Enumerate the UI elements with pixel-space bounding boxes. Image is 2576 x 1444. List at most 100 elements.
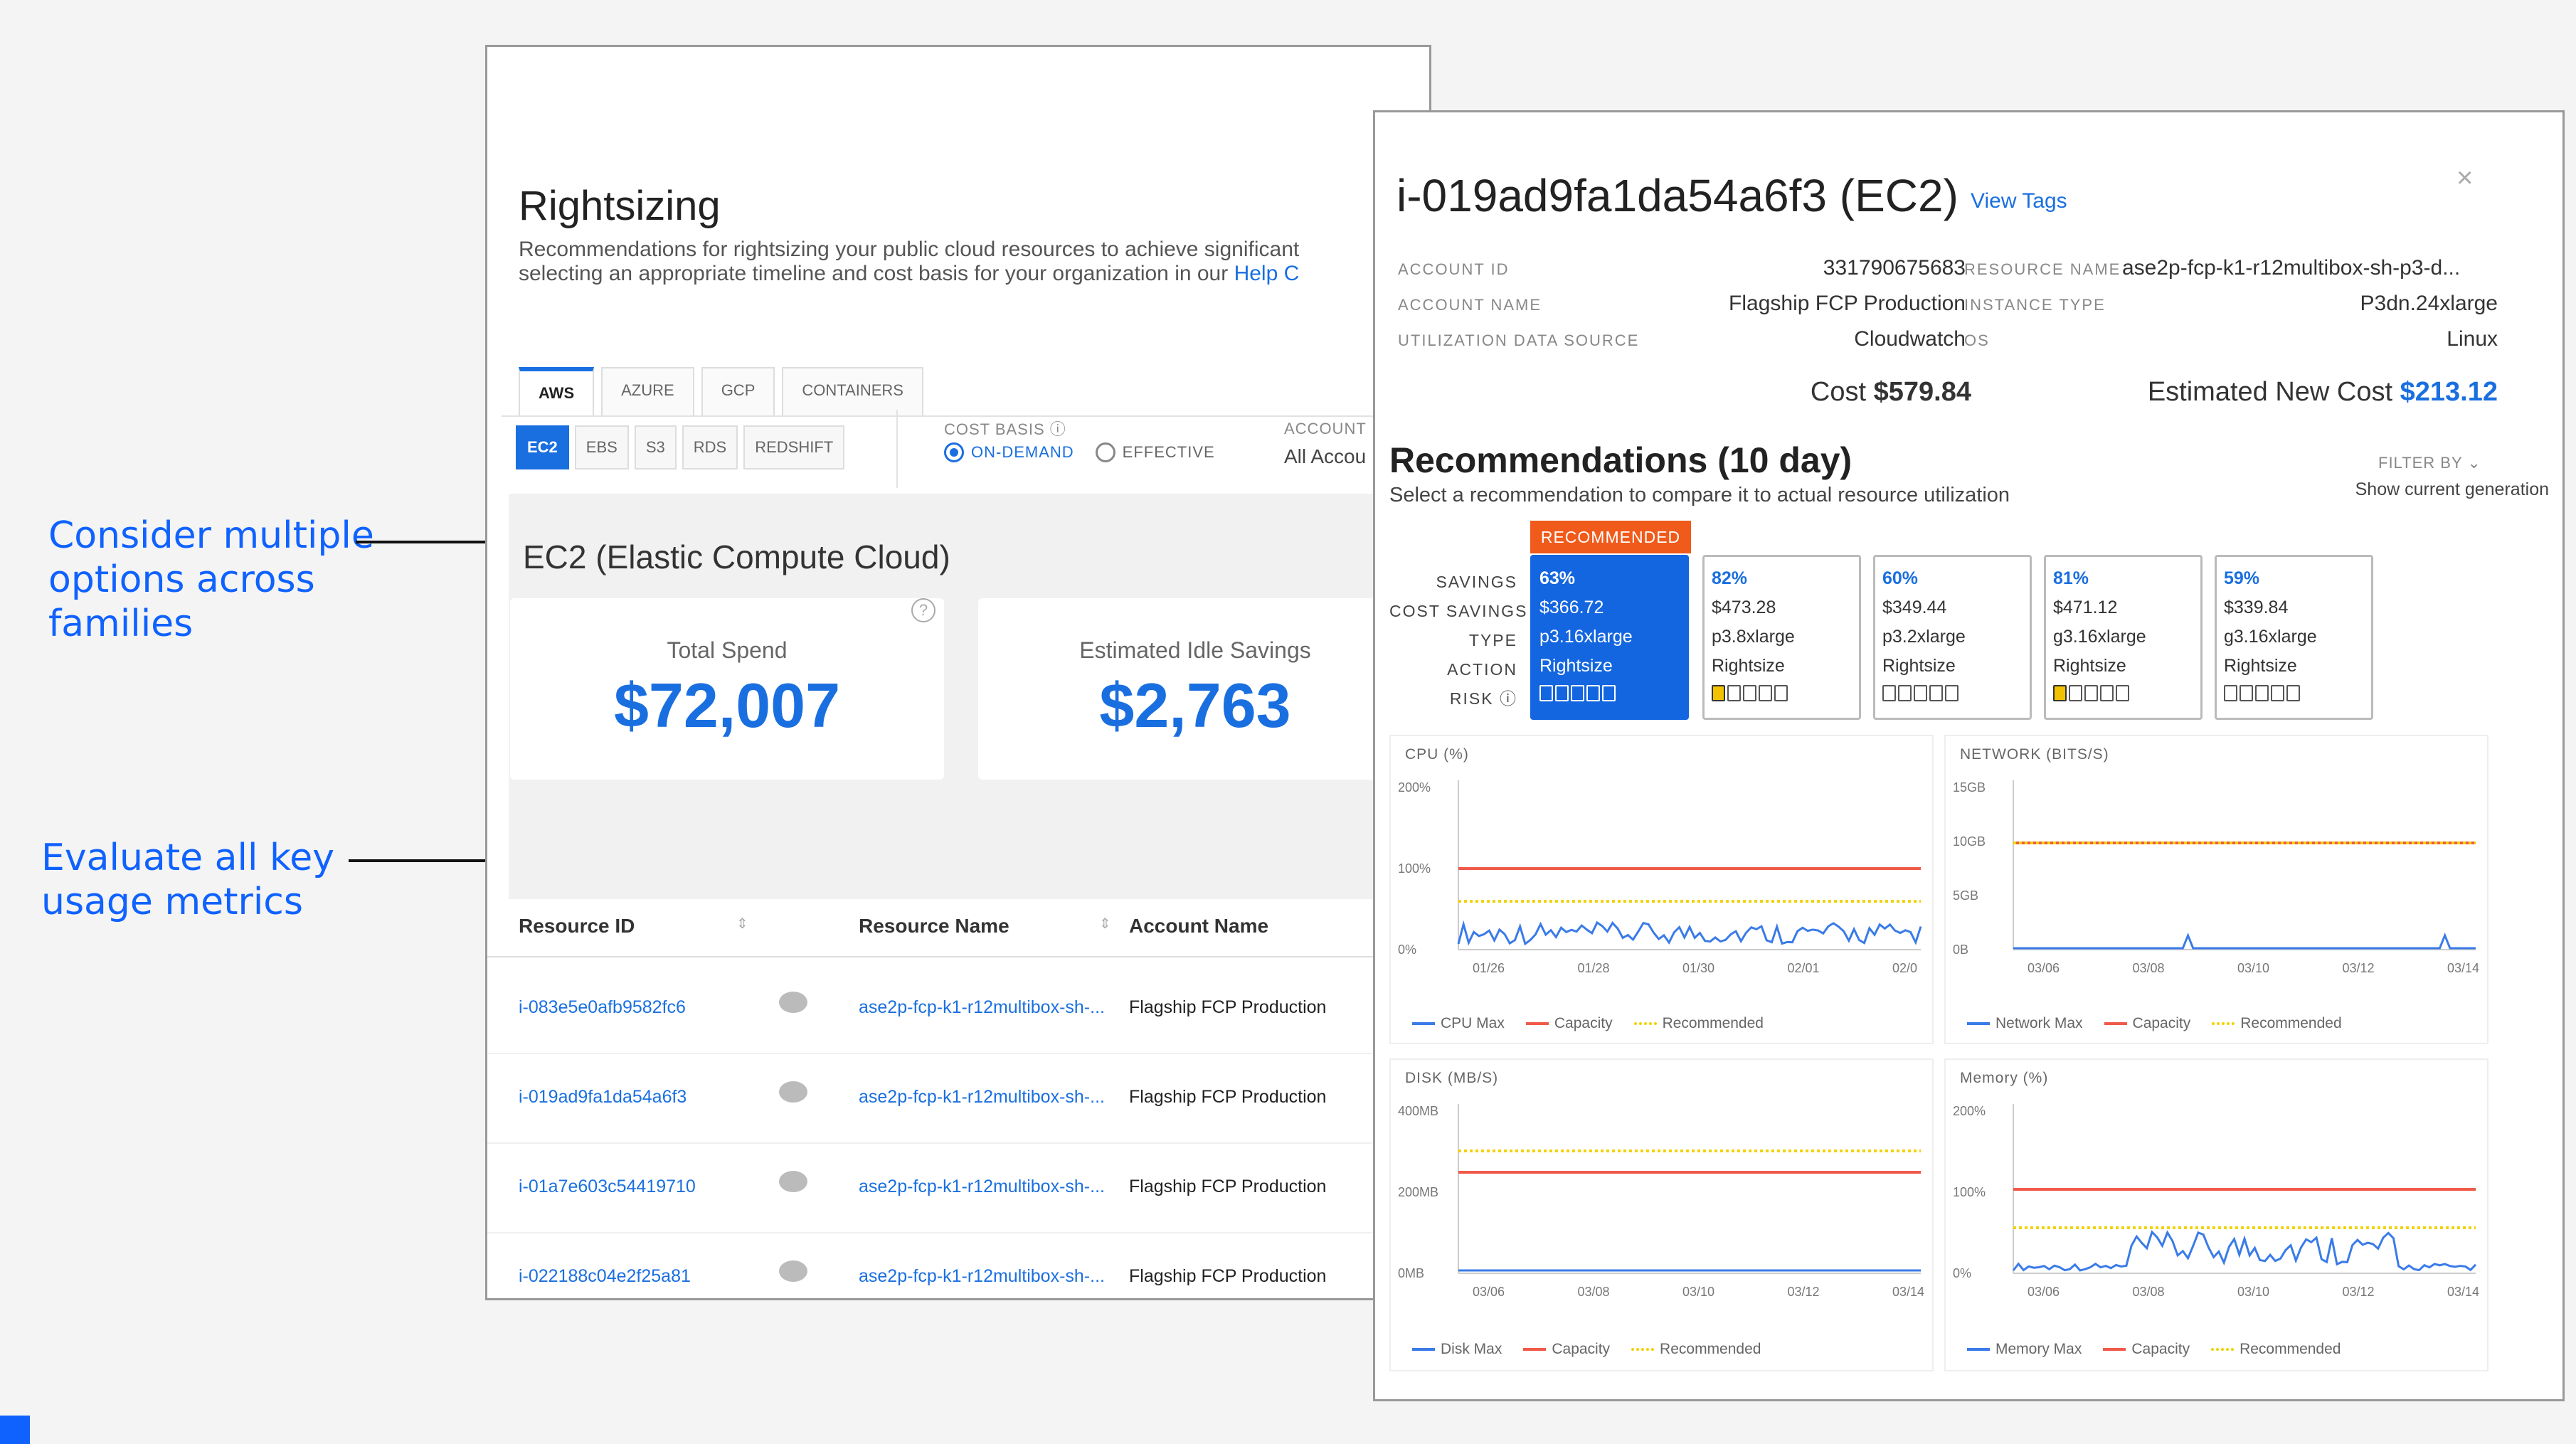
risk-box — [2053, 685, 2067, 701]
x-tick-label: 03/10 — [1682, 1285, 1714, 1299]
recommendation-card[interactable]: 81% $471.12 g3.16xlarge Rightsize — [2044, 555, 2203, 720]
chart-legend: Memory Max Capacity Recommended — [1967, 1341, 2341, 1358]
help-icon[interactable]: ? — [911, 598, 935, 622]
table-row[interactable]: i-083e5e0afb9582fc6 ase2p-fcp-k1-r12mult… — [487, 965, 1429, 1054]
help-link[interactable]: Help C — [1234, 262, 1300, 285]
risk-box — [1602, 685, 1616, 701]
recommendation-card[interactable]: 59% $339.84 g3.16xlarge Rightsize — [2215, 555, 2373, 720]
risk-box — [1882, 685, 1896, 701]
subtab-rds[interactable]: RDS — [682, 425, 738, 469]
sort-icon[interactable]: ⇕ — [736, 915, 748, 933]
page-description: Recommendations for rightsizing your pub… — [519, 238, 1429, 286]
resource-id-link[interactable]: i-01a7e603c54419710 — [519, 1177, 696, 1197]
resource-id-link[interactable]: i-019ad9fa1da54a6f3 — [519, 1087, 687, 1108]
description-line: Recommendations for rightsizing your pub… — [519, 238, 1300, 261]
card-savings-pct: 82% — [1712, 568, 1748, 588]
x-tick-label: 03/08 — [2133, 961, 2165, 975]
resource-name-link[interactable]: ase2p-fcp-k1-r12multibox-sh-... — [859, 1266, 1105, 1287]
resource-name-link[interactable]: ase2p-fcp-k1-r12multibox-sh-... — [859, 997, 1105, 1018]
usage-series-line — [1457, 920, 1922, 946]
risk-box — [1898, 685, 1912, 701]
cpu-chart-plot: 200% 100% 0% 01/26 01/28 01/30 02/01 02/0 — [1398, 780, 1922, 975]
card-cost-savings: $471.12 — [2053, 598, 2118, 617]
resource-id-link[interactable]: i-083e5e0afb9582fc6 — [519, 997, 686, 1018]
total-spend-card: Total Spend $72,007 ? — [510, 598, 944, 780]
comment-icon[interactable] — [779, 1081, 807, 1103]
column-header-account-name[interactable]: Account Name — [1129, 915, 1268, 938]
table-row[interactable]: i-01a7e603c54419710 ase2p-fcp-k1-r12mult… — [487, 1144, 1429, 1233]
comment-icon[interactable] — [779, 992, 807, 1013]
tab-gcp[interactable]: GCP — [701, 367, 775, 415]
account-name-value: Flagship FCP Production — [1729, 292, 1966, 315]
radio-on-demand[interactable] — [944, 442, 964, 462]
memory-chart-plot: 200% 100% 0% 03/06 03/08 03/10 03/12 03/14 — [1953, 1104, 2479, 1299]
resource-name-link[interactable]: ase2p-fcp-k1-r12multibox-sh-... — [859, 1177, 1105, 1197]
card-savings-pct: 63% — [1539, 568, 1576, 588]
sort-icon[interactable]: ⇕ — [1099, 915, 1111, 933]
card-savings-pct: 81% — [2053, 568, 2089, 588]
comment-icon[interactable] — [779, 1260, 807, 1282]
legend-label: CPU Max — [1441, 1015, 1505, 1031]
column-header-resource-name[interactable]: Resource Name — [859, 915, 1009, 938]
tab-aws[interactable]: AWS — [519, 367, 595, 415]
legend-item: Recommended — [2212, 1015, 2342, 1032]
table-row[interactable]: i-022188c04e2f25a81 ase2p-fcp-k1-r12mult… — [487, 1233, 1429, 1298]
subtab-s3[interactable]: S3 — [634, 425, 677, 469]
account-label: ACCOUNT — [1284, 420, 1367, 437]
legend-item: Recommended — [1633, 1015, 1764, 1032]
account-name: Flagship FCP Production — [1129, 1266, 1327, 1286]
total-spend-label: Total Spend — [667, 637, 788, 663]
card-action: Rightsize — [1712, 656, 1785, 676]
filter-label: FILTER BY — [2378, 454, 2463, 472]
risk-box — [2100, 685, 2114, 701]
risk-box — [2116, 685, 2129, 701]
radio-effective[interactable] — [1095, 442, 1115, 462]
annotation-line: options across — [48, 558, 315, 601]
recommendations-title: Recommendations (10 day) — [1389, 440, 1853, 480]
y-tick-label: 200% — [1953, 1104, 1986, 1118]
x-tick-label: 02/0 — [1892, 961, 1917, 975]
tab-containers[interactable]: CONTAINERS — [782, 367, 923, 415]
legend-label: Capacity — [2131, 1341, 2190, 1357]
risk-box — [1914, 685, 1927, 701]
column-header-resource-id[interactable]: Resource ID — [519, 915, 635, 938]
help-icon[interactable]: ⓘ — [1500, 689, 1517, 708]
comment-icon[interactable] — [779, 1171, 807, 1192]
annotation-line: usage metrics — [41, 881, 303, 923]
recommendation-card[interactable]: 63% $366.72 p3.16xlarge Rightsize — [1530, 555, 1689, 720]
risk-box — [1555, 685, 1569, 701]
idle-savings-value: $2,763 — [1099, 670, 1291, 740]
chart-title: NETWORK (BITS/S) — [1960, 746, 2109, 763]
x-tick-label: 01/28 — [1578, 961, 1610, 975]
table-row[interactable]: i-019ad9fa1da54a6f3 ase2p-fcp-k1-r12mult… — [487, 1054, 1429, 1144]
os-label: OS — [1964, 331, 1990, 349]
tab-azure[interactable]: AZURE — [601, 367, 694, 415]
subtab-ec2[interactable]: EC2 — [516, 425, 569, 469]
card-instance-type: p3.8xlarge — [1712, 627, 1795, 647]
idle-savings-label: Estimated Idle Savings — [1079, 637, 1311, 663]
risk-indicator — [2053, 685, 2193, 701]
network-chart-plot: 15GB 10GB 5GB 0B 03/06 03/08 03/10 03/12 03/14 — [1953, 780, 2479, 975]
legend-item: Recommended — [2211, 1341, 2341, 1358]
cost-label: Cost — [1810, 377, 1867, 407]
service-subtabs: EC2 EBS S3 RDS REDSHIFT — [516, 425, 850, 469]
row-label-risk: RISK ⓘ — [1389, 684, 1517, 713]
account-select[interactable]: All Accou — [1284, 445, 1366, 468]
filter-dropdown[interactable]: FILTER BY ⌄ — [2378, 454, 2481, 472]
filter-value[interactable]: Show current generation — [2293, 479, 2549, 500]
subtab-ebs[interactable]: EBS — [574, 425, 629, 469]
subtab-redshift[interactable]: REDSHIFT — [743, 425, 845, 469]
x-tick-label: 03/06 — [2028, 1285, 2060, 1299]
recommendation-card[interactable]: 60% $349.44 p3.2xlarge Rightsize — [1873, 555, 2032, 720]
card-action: Rightsize — [2224, 656, 2297, 676]
view-tags-link[interactable]: View Tags — [1971, 189, 2067, 213]
close-icon[interactable]: × — [2456, 162, 2473, 194]
x-tick-label: 03/12 — [2343, 1285, 2375, 1299]
legend-item: Capacity — [1523, 1341, 1610, 1358]
resource-id-link[interactable]: i-022188c04e2f25a81 — [519, 1266, 691, 1287]
legend-label: Disk Max — [1441, 1341, 1502, 1357]
recommendation-card[interactable]: 82% $473.28 p3.8xlarge Rightsize — [1702, 555, 1861, 720]
disk-chart-plot: 400MB 200MB 0MB 03/06 03/08 03/10 03/12 03/14 — [1398, 1104, 1924, 1299]
legend-item: Memory Max — [1967, 1341, 2082, 1358]
resource-name-link[interactable]: ase2p-fcp-k1-r12multibox-sh-... — [859, 1087, 1105, 1108]
